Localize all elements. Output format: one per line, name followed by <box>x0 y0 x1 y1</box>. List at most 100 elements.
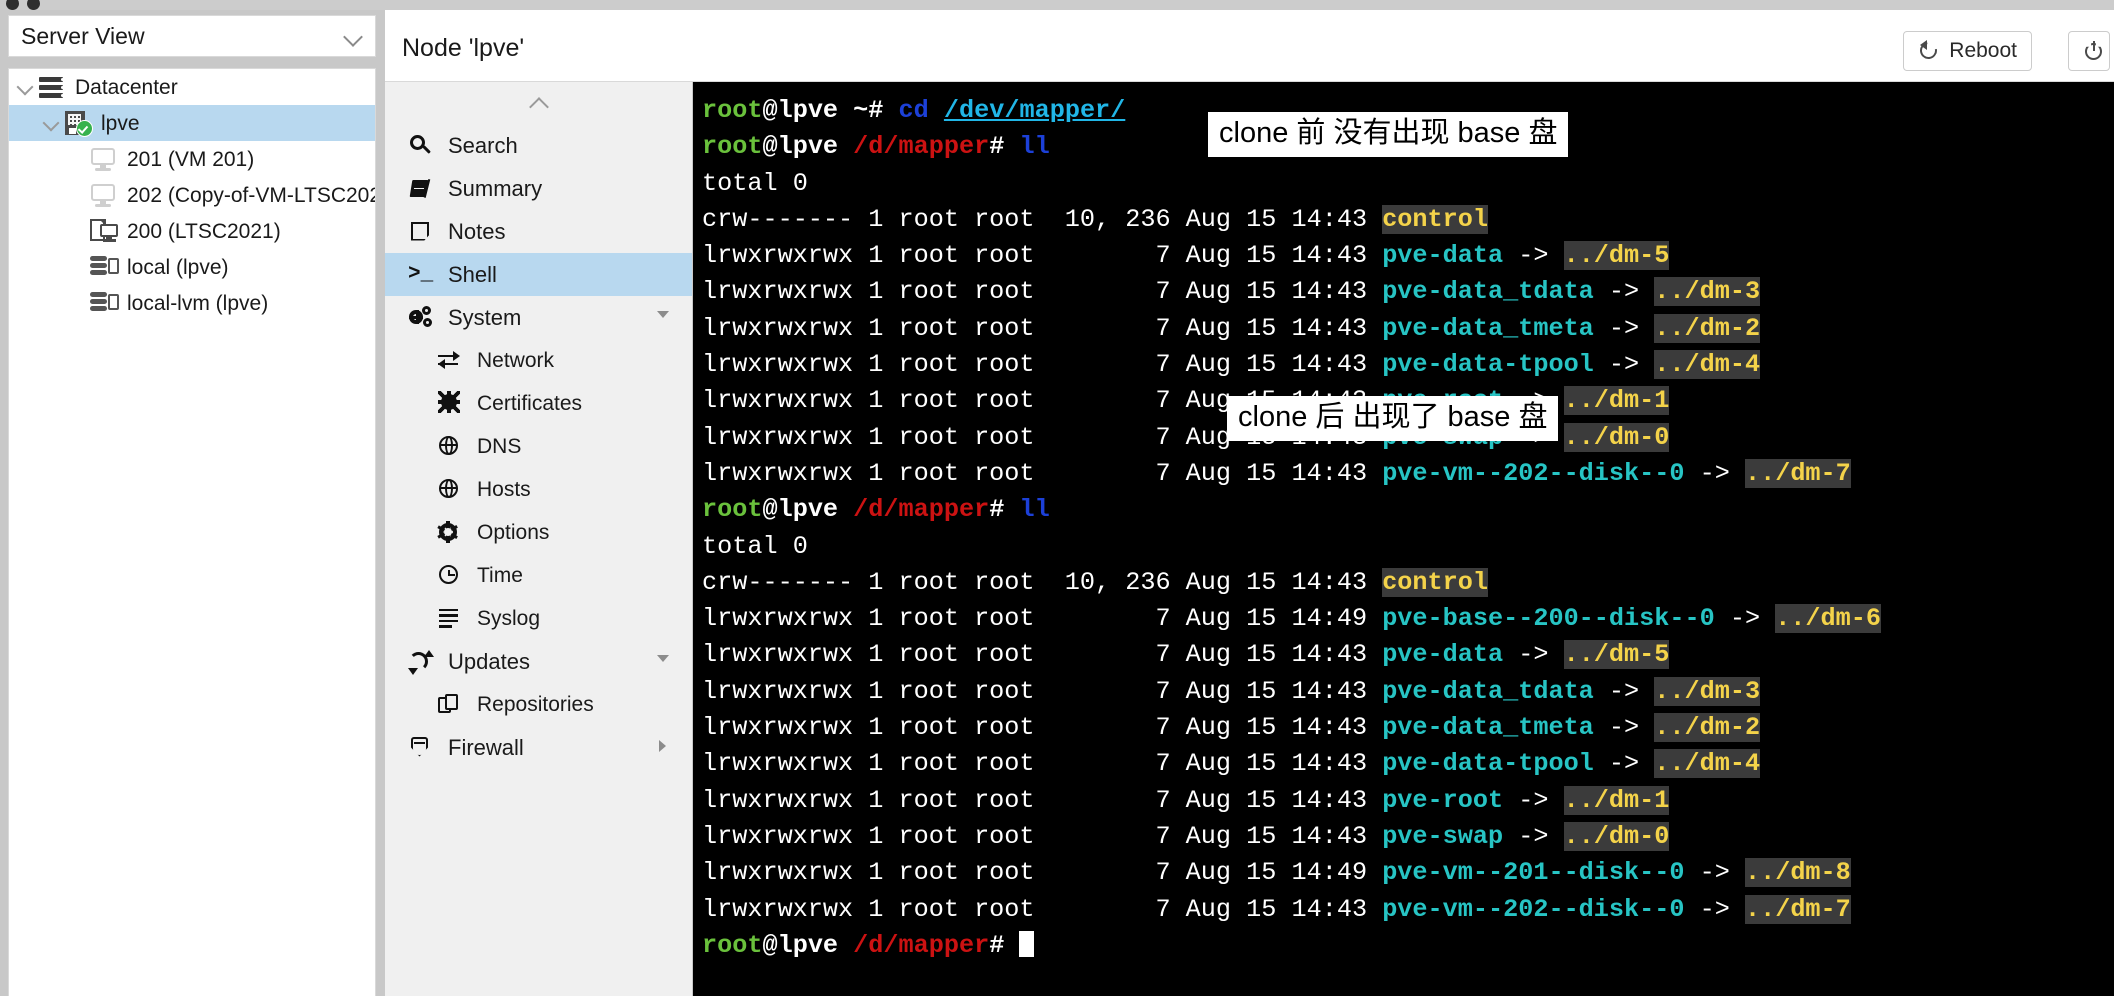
reboot-button[interactable]: Reboot <box>1903 31 2032 71</box>
summary-icon <box>408 176 434 201</box>
tree-expand-chevron-icon[interactable] <box>41 112 63 134</box>
sidebar: Server View Datacenter lpve 201 (VM 201) 20… <box>0 10 385 996</box>
tree-item-lpve[interactable]: lpve <box>9 105 375 141</box>
window-controls[interactable] <box>6 0 40 10</box>
nav-item-label: Hosts <box>477 477 531 501</box>
annotation-before-clone: clone 前 没有出现 base 盘 <box>1208 112 1569 157</box>
updates-icon <box>408 649 434 675</box>
prompt-command: ll <box>1019 132 1050 162</box>
network-icon <box>437 349 463 373</box>
nav-item-certificates[interactable]: Certificates <box>385 382 692 425</box>
nav-item-label: DNS <box>477 434 522 458</box>
nav-item-label: Notes <box>448 218 506 244</box>
symlink-name: pve-data_tdata <box>1382 277 1594 307</box>
tree-item-202-copy-of-vm-ltsc2021[interactable]: 202 (Copy-of-VM-LTSC2021) <box>9 177 375 213</box>
nav-item-shell[interactable]: >_ Shell <box>385 253 692 296</box>
nav-item-time[interactable]: Time <box>385 554 692 597</box>
tree-item-label: lpve <box>101 111 140 135</box>
symlink-target: ../dm-5 <box>1563 241 1670 271</box>
device-name: control <box>1382 567 1488 597</box>
storage-icon <box>89 290 119 316</box>
menu-collapse-button[interactable] <box>385 82 692 124</box>
tree-item-label: 201 (VM 201) <box>127 147 255 171</box>
terminal-output: root@lpve ~# cd /dev/mapper/root@lpve /d… <box>693 82 2114 964</box>
resource-tree: Datacenter lpve 201 (VM 201) 202 (Copy-of-V… <box>8 68 376 996</box>
tree-expand-spacer <box>67 256 89 278</box>
nav-item-repositories[interactable]: Repositories <box>385 683 692 726</box>
nav-item-updates[interactable]: Updates <box>385 640 692 683</box>
symlink-name: pve-data-tpool <box>1382 350 1594 380</box>
symlink-name: pve-base--200--disk--0 <box>1382 604 1715 634</box>
symlink-target: ../dm-5 <box>1563 640 1670 670</box>
node-menu: Search Summary Notes >_ Shell System Network Ce… <box>385 82 693 996</box>
caret-down-icon[interactable] <box>657 311 670 324</box>
storage-icon <box>89 254 119 280</box>
prompt-host: @lpve <box>762 495 839 525</box>
symlink-name: pve-data <box>1382 640 1504 670</box>
symlink-name: pve-root <box>1382 785 1504 815</box>
certificate-icon <box>437 390 463 416</box>
server-view-label: Server View <box>21 22 145 49</box>
tree-item-local-lpve[interactable]: local (lpve) <box>9 249 375 285</box>
tree-item-201-vm-201[interactable]: 201 (VM 201) <box>9 141 375 177</box>
tree-expand-spacer <box>67 148 89 170</box>
nav-item-hosts[interactable]: Hosts <box>385 468 692 511</box>
nav-item-summary[interactable]: Summary <box>385 167 692 210</box>
terminal-listing-row: lrwxrwxrwx 1 root root 7 Aug 15 14:43 pv… <box>702 894 1851 924</box>
tree-item-label: local (lpve) <box>127 255 229 279</box>
symlink-name: pve-data_tdata <box>1382 676 1594 706</box>
tree-item-200-ltsc2021[interactable]: 200 (LTSC2021) <box>9 213 375 249</box>
terminal-listing-row: lrwxrwxrwx 1 root root 7 Aug 15 14:49 pv… <box>702 604 1881 634</box>
prompt-user: root <box>702 930 763 960</box>
symlink-target: ../dm-1 <box>1563 785 1670 815</box>
nav-item-notes[interactable]: Notes <box>385 210 692 253</box>
tree-expand-spacer <box>67 292 89 314</box>
tree-item-local-lvm-lpve[interactable]: local-lvm (lpve) <box>9 285 375 321</box>
prompt-host: @lpve <box>762 930 839 960</box>
nav-item-system[interactable]: System <box>385 296 692 339</box>
prompt-path: /d/mapper <box>853 930 990 960</box>
symlink-target: ../dm-2 <box>1654 313 1761 343</box>
terminal-listing-row: lrwxrwxrwx 1 root root 7 Aug 15 14:43 pv… <box>702 713 1761 743</box>
server-view-selector[interactable]: Server View <box>8 15 376 57</box>
symlink-name: pve-data-tpool <box>1382 749 1594 779</box>
nav-item-network[interactable]: Network <box>385 339 692 382</box>
clock-icon <box>437 564 463 588</box>
tree-expand-chevron-icon[interactable] <box>15 76 37 98</box>
symlink-name: pve-vm--202--disk--0 <box>1382 458 1685 488</box>
symlink-name: pve-vm--202--disk--0 <box>1382 894 1685 924</box>
prompt-user: root <box>702 132 763 162</box>
caret-right-icon[interactable] <box>657 740 670 754</box>
nav-item-search[interactable]: Search <box>385 124 692 167</box>
nav-item-syslog[interactable]: Syslog <box>385 597 692 640</box>
shell-terminal[interactable]: root@lpve ~# cd /dev/mapper/root@lpve /d… <box>693 82 2114 996</box>
shutdown-icon <box>2083 40 2095 62</box>
window-close-dot[interactable] <box>6 0 19 10</box>
nav-item-label: Network <box>477 348 555 372</box>
terminal-listing-row: crw------- 1 root root 10, 236 Aug 15 14… <box>702 204 1488 234</box>
tree-item-label: Datacenter <box>75 75 178 99</box>
symlink-name: pve-data_tmeta <box>1382 313 1594 343</box>
tree-item-datacenter[interactable]: Datacenter <box>9 69 375 105</box>
terminal-listing-row: lrwxrwxrwx 1 root root 7 Aug 15 14:43 pv… <box>702 277 1761 307</box>
search-icon <box>408 134 434 158</box>
terminal-listing-row: lrwxrwxrwx 1 root root 7 Aug 15 14:43 pv… <box>702 350 1761 380</box>
nav-item-options[interactable]: Options <box>385 511 692 554</box>
symlink-target: ../dm-8 <box>1744 858 1851 888</box>
nav-item-dns[interactable]: DNS <box>385 425 692 468</box>
terminal-prompt-line: root@lpve /d/mapper# <box>702 928 2114 964</box>
terminal-listing-row: lrwxrwxrwx 1 root root 7 Aug 15 14:43 pv… <box>702 676 1761 706</box>
nav-item-firewall[interactable]: Firewall <box>385 726 692 769</box>
window-minimize-dot[interactable] <box>27 0 40 10</box>
nav-item-label: Search <box>448 132 518 158</box>
symlink-target: ../dm-3 <box>1654 676 1761 706</box>
symlink-target: ../dm-0 <box>1563 821 1670 851</box>
terminal-listing-row: lrwxrwxrwx 1 root root 7 Aug 15 14:43 pv… <box>702 785 1670 815</box>
terminal-listing-row: lrwxrwxrwx 1 root root 7 Aug 15 14:43 pv… <box>702 821 1670 851</box>
caret-down-icon[interactable] <box>657 655 670 668</box>
shutdown-button[interactable] <box>2068 31 2110 71</box>
terminal-listing-row: lrwxrwxrwx 1 root root 7 Aug 15 14:43 pv… <box>702 749 1761 779</box>
syslog-icon <box>437 607 463 631</box>
chevron-down-icon[interactable] <box>345 27 363 45</box>
symlink-target: ../dm-1 <box>1563 386 1670 416</box>
